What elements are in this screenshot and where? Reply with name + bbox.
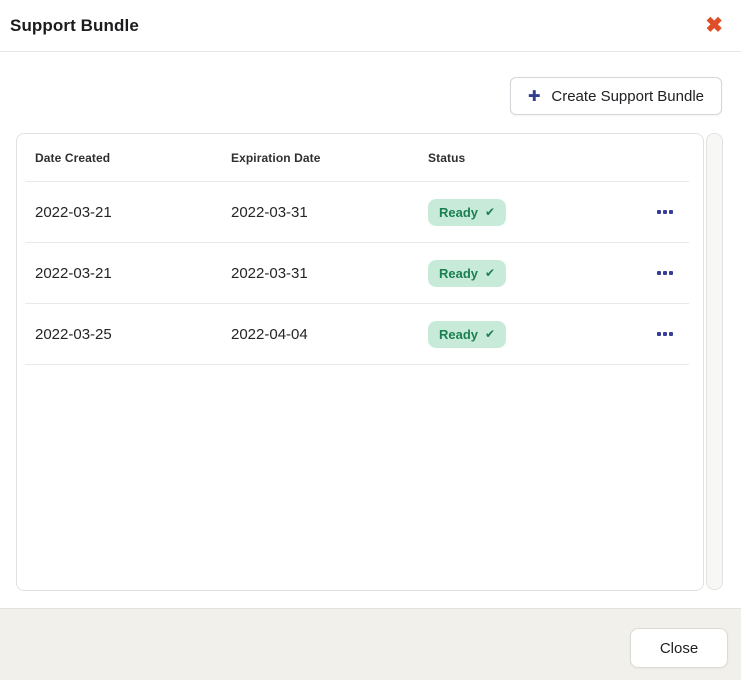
ellipsis-icon (657, 271, 661, 275)
column-header-status: Status (428, 151, 603, 165)
support-bundle-table: Date Created Expiration Date Status 2022… (16, 133, 704, 591)
plus-icon: ✚ (528, 89, 541, 104)
create-support-bundle-button[interactable]: ✚ Create Support Bundle (510, 77, 722, 115)
date-created-cell: 2022-03-25 (35, 326, 231, 343)
column-header-date-created: Date Created (35, 151, 231, 165)
date-created-cell: 2022-03-21 (35, 204, 231, 221)
status-badge: Ready ✔ (428, 260, 506, 287)
ellipsis-icon (657, 210, 661, 214)
table-row: 2022-03-21 2022-03-31 Ready ✔ (17, 243, 703, 303)
modal-header: Support Bundle ✖ (0, 0, 741, 52)
ellipsis-icon (657, 332, 661, 336)
expiration-date-cell: 2022-04-04 (231, 326, 428, 343)
scrollbar-track[interactable] (706, 133, 723, 590)
close-button[interactable]: Close (630, 628, 728, 668)
date-created-cell: 2022-03-21 (35, 265, 231, 282)
modal-title: Support Bundle (10, 16, 139, 36)
status-cell: Ready ✔ (428, 199, 603, 226)
status-badge: Ready ✔ (428, 199, 506, 226)
modal-footer: Close (0, 608, 741, 680)
status-label: Ready (439, 327, 478, 342)
row-menu-button[interactable] (655, 265, 675, 281)
column-header-expiration-date: Expiration Date (231, 151, 428, 165)
row-menu-button[interactable] (655, 204, 675, 220)
status-badge: Ready ✔ (428, 321, 506, 348)
create-support-bundle-label: Create Support Bundle (551, 88, 704, 105)
expiration-date-cell: 2022-03-31 (231, 265, 428, 282)
check-icon: ✔ (485, 267, 495, 279)
check-icon: ✔ (485, 328, 495, 340)
status-cell: Ready ✔ (428, 260, 603, 287)
status-cell: Ready ✔ (428, 321, 603, 348)
table-header-row: Date Created Expiration Date Status (17, 134, 703, 181)
table-row: 2022-03-25 2022-04-04 Ready ✔ (17, 304, 703, 364)
close-icon[interactable]: ✖ (701, 13, 727, 38)
expiration-date-cell: 2022-03-31 (231, 204, 428, 221)
check-icon: ✔ (485, 206, 495, 218)
row-divider (25, 364, 689, 365)
table-row: 2022-03-21 2022-03-31 Ready ✔ (17, 182, 703, 242)
row-menu-button[interactable] (655, 326, 675, 342)
status-label: Ready (439, 266, 478, 281)
status-label: Ready (439, 205, 478, 220)
